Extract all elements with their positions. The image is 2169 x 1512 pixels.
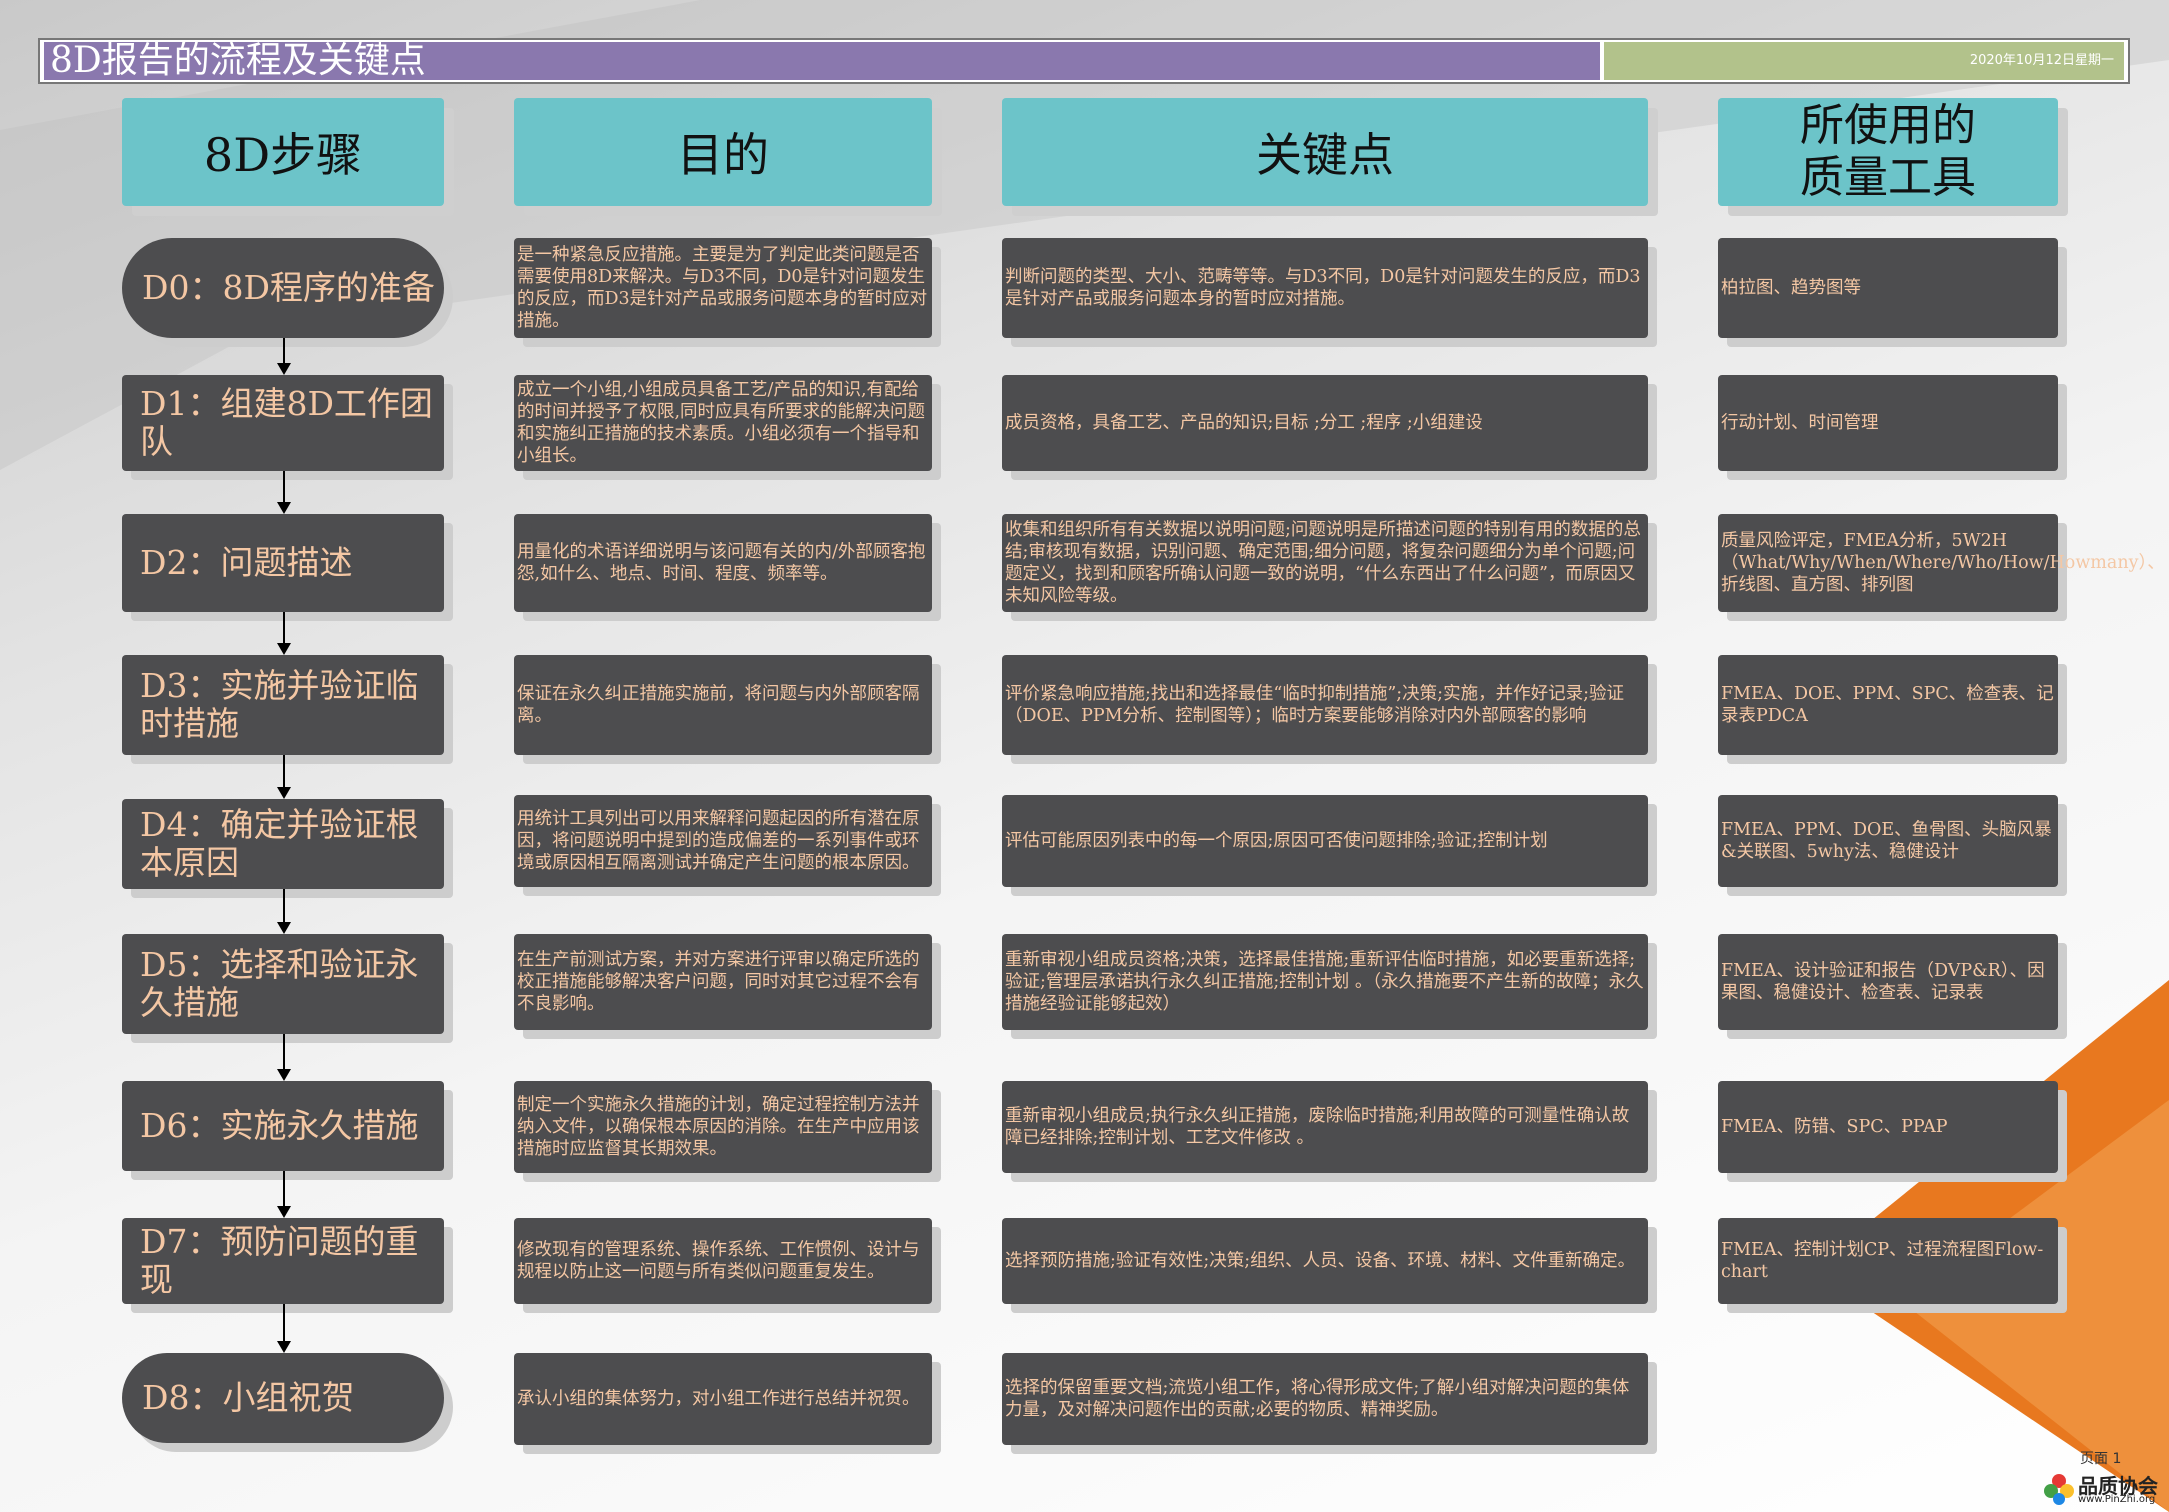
tools-text: FMEA、设计验证和报告（DVP&R）、因果图、稳健设计、检查表、记录表 bbox=[1721, 961, 2045, 1003]
tools-text: 质量风险评定，FMEA分析，5W2H（What/Why/When/Where/W… bbox=[1721, 531, 2165, 595]
step-label: D4：确定并验证根本原因 bbox=[140, 805, 419, 882]
purpose-text: 承认小组的集体努力，对小组工作进行总结并祝贺。 bbox=[517, 1389, 920, 1409]
step-label: D2：问题描述 bbox=[140, 543, 353, 582]
flow-arrow bbox=[277, 612, 291, 655]
keypoints-box-d3: 评价紧急响应措施;找出和选择最佳“临时抑制措施”;决策;实施，并作好记录;验证（… bbox=[1002, 655, 1648, 755]
header-steps: 8D步骤 bbox=[122, 98, 444, 206]
purpose-text: 是一种紧急反应措施。主要是为了判定此类问题是否需要使用8D来解决。与D3不同，D… bbox=[517, 245, 928, 331]
purpose-box-d5: 在生产前测试方案，并对方案进行评审以确定所选的校正措施能够解决客户问题，同时对其… bbox=[514, 934, 932, 1030]
keypoints-text: 成员资格，具备工艺、产品的知识;目标 ;分工 ;程序 ;小组建设 bbox=[1005, 413, 1483, 433]
logo: 品质协会 www.PinZhi.org bbox=[2042, 1468, 2162, 1508]
step-label: D1：组建8D工作团队 bbox=[140, 384, 433, 461]
header-purpose-label: 目的 bbox=[677, 128, 769, 182]
header-tools-line2: 质量工具 bbox=[1800, 152, 1976, 203]
step-box-d7: D7：预防问题的重现 bbox=[122, 1218, 444, 1304]
step-box-d5: D5：选择和验证永久措施 bbox=[122, 934, 444, 1034]
purpose-box-d0: 是一种紧急反应措施。主要是为了判定此类问题是否需要使用8D来解决。与D3不同，D… bbox=[514, 238, 932, 338]
step-box-d0: D0：8D程序的准备 bbox=[122, 238, 444, 338]
header-keypoints-label: 关键点 bbox=[1256, 128, 1394, 182]
purpose-box-d4: 用统计工具列出可以用来解释问题起因的所有潜在原因，将问题说明中提到的造成偏差的一… bbox=[514, 795, 932, 887]
header-steps-label: 8D步骤 bbox=[203, 128, 363, 182]
keypoints-box-d7: 选择预防措施;验证有效性;决策;组织、人员、设备、环境、材料、文件重新确定。 bbox=[1002, 1218, 1648, 1304]
keypoints-box-d8: 选择的保留重要文档;流览小组工作，将心得形成文件;了解小组对解决问题的集体力量，… bbox=[1002, 1353, 1648, 1445]
header-tools: 所使用的 质量工具 bbox=[1718, 98, 2058, 206]
purpose-text: 用统计工具列出可以用来解释问题起因的所有潜在原因，将问题说明中提到的造成偏差的一… bbox=[517, 809, 920, 873]
keypoints-text: 收集和组织所有有关数据以说明问题;问题说明是所描述问题的特别有用的数据的总结;审… bbox=[1005, 520, 1641, 606]
purpose-box-d3: 保证在永久纠正措施实施前，将问题与内外部顾客隔离。 bbox=[514, 655, 932, 755]
date-label: 2020年10月12日星期一 bbox=[1604, 42, 2124, 80]
step-box-d4: D4：确定并验证根本原因 bbox=[122, 799, 444, 889]
step-label: D3：实施并验证临时措施 bbox=[140, 666, 419, 743]
purpose-text: 在生产前测试方案，并对方案进行评审以确定所选的校正措施能够解决客户问题，同时对其… bbox=[517, 950, 920, 1014]
purpose-box-d2: 用量化的术语详细说明与该问题有关的内/外部顾客抱怨,如什么、地点、时间、程度、频… bbox=[514, 514, 932, 612]
tools-text: FMEA、控制计划CP、过程流程图Flow-chart bbox=[1721, 1240, 2044, 1282]
header-purpose: 目的 bbox=[514, 98, 932, 206]
purpose-text: 保证在永久纠正措施实施前，将问题与内外部顾客隔离。 bbox=[517, 684, 920, 726]
tools-text: FMEA、防错、SPC、PPAP bbox=[1721, 1117, 1948, 1137]
keypoints-box-d0: 判断问题的类型、大小、范畴等等。与D3不同，D0是针对问题发生的反应，而D3是针… bbox=[1002, 238, 1648, 338]
purpose-text: 成立一个小组,小组成员具备工艺/产品的知识,有配给的时间并授予了权限,同时应具有… bbox=[517, 380, 926, 466]
step-box-d3: D3：实施并验证临时措施 bbox=[122, 655, 444, 755]
header-keypoints: 关键点 bbox=[1002, 98, 1648, 206]
tools-box-d2: 质量风险评定，FMEA分析，5W2H（What/Why/When/Where/W… bbox=[1718, 514, 2165, 612]
tools-box-d6: FMEA、防错、SPC、PPAP bbox=[1718, 1081, 2058, 1173]
keypoints-text: 重新审视小组成员;执行永久纠正措施，废除临时措施;利用故障的可测量性确认故障已经… bbox=[1005, 1106, 1630, 1148]
tools-box-d7: FMEA、控制计划CP、过程流程图Flow-chart bbox=[1718, 1218, 2058, 1304]
keypoints-box-d4: 评估可能原因列表中的每一个原因;原因可否使问题排除;验证;控制计划 bbox=[1002, 795, 1648, 887]
page-number: 页面 1 bbox=[2080, 1451, 2122, 1467]
keypoints-box-d6: 重新审视小组成员;执行永久纠正措施，废除临时措施;利用故障的可测量性确认故障已经… bbox=[1002, 1081, 1648, 1173]
tools-box-d4: FMEA、PPM、DOE、鱼骨图、头脑风暴&关联图、5why法、稳健设计 bbox=[1718, 795, 2058, 887]
tools-text: FMEA、DOE、PPM、SPC、检查表、记录表PDCA bbox=[1721, 684, 2054, 726]
tools-text: 行动计划、时间管理 bbox=[1721, 413, 1879, 433]
flow-arrow bbox=[277, 471, 291, 514]
page-title: 8D报告的流程及关键点 bbox=[44, 42, 1600, 80]
flow-arrow bbox=[277, 1034, 291, 1081]
step-label: D6：实施永久措施 bbox=[140, 1106, 419, 1145]
step-label: D0：8D程序的准备 bbox=[142, 268, 435, 307]
step-box-d2: D2：问题描述 bbox=[122, 514, 444, 612]
flow-arrow bbox=[277, 1304, 291, 1353]
step-label: D8：小组祝贺 bbox=[142, 1378, 355, 1417]
purpose-box-d6: 制定一个实施永久措施的计划，确定过程控制方法并纳入文件，以确保根本原因的消除。在… bbox=[514, 1081, 932, 1173]
step-label: D7：预防问题的重现 bbox=[140, 1222, 419, 1299]
keypoints-text: 重新审视小组成员资格;决策，选择最佳措施;重新评估临时措施，如必要重新选择;验证… bbox=[1005, 950, 1644, 1014]
step-box-d8: D8：小组祝贺 bbox=[122, 1353, 444, 1443]
keypoints-box-d1: 成员资格，具备工艺、产品的知识;目标 ;分工 ;程序 ;小组建设 bbox=[1002, 375, 1648, 471]
step-label: D5：选择和验证永久措施 bbox=[140, 945, 419, 1022]
purpose-box-d7: 修改现有的管理系统、操作系统、工作惯例、设计与规程以防止这一问题与所有类似问题重… bbox=[514, 1218, 932, 1304]
purpose-box-d8: 承认小组的集体努力，对小组工作进行总结并祝贺。 bbox=[514, 1353, 932, 1445]
header-tools-line1: 所使用的 bbox=[1800, 100, 1976, 151]
keypoints-text: 评价紧急响应措施;找出和选择最佳“临时抑制措施”;决策;实施，并作好记录;验证（… bbox=[1005, 684, 1624, 726]
flow-arrow bbox=[277, 1171, 291, 1218]
keypoints-box-d5: 重新审视小组成员资格;决策，选择最佳措施;重新评估临时措施，如必要重新选择;验证… bbox=[1002, 934, 1648, 1030]
keypoints-text: 评估可能原因列表中的每一个原因;原因可否使问题排除;验证;控制计划 bbox=[1005, 831, 1548, 851]
purpose-text: 制定一个实施永久措施的计划，确定过程控制方法并纳入文件，以确保根本原因的消除。在… bbox=[517, 1095, 920, 1159]
tools-box-d1: 行动计划、时间管理 bbox=[1718, 375, 2058, 471]
keypoints-text: 选择的保留重要文档;流览小组工作，将心得形成文件;了解小组对解决问题的集体力量，… bbox=[1005, 1378, 1630, 1420]
tools-box-d0: 柏拉图、趋势图等 bbox=[1718, 238, 2058, 338]
keypoints-box-d2: 收集和组织所有有关数据以说明问题;问题说明是所描述问题的特别有用的数据的总结;审… bbox=[1002, 514, 1648, 612]
step-box-d6: D6：实施永久措施 bbox=[122, 1081, 444, 1171]
step-box-d1: D1：组建8D工作团队 bbox=[122, 375, 444, 471]
keypoints-text: 判断问题的类型、大小、范畴等等。与D3不同，D0是针对问题发生的反应，而D3是针… bbox=[1005, 267, 1641, 309]
flower-logo-icon bbox=[2044, 1474, 2074, 1505]
tools-box-d5: FMEA、设计验证和报告（DVP&R）、因果图、稳健设计、检查表、记录表 bbox=[1718, 934, 2058, 1030]
flow-arrow bbox=[277, 755, 291, 799]
tools-text: FMEA、PPM、DOE、鱼骨图、头脑风暴&关联图、5why法、稳健设计 bbox=[1721, 820, 2052, 862]
purpose-text: 用量化的术语详细说明与该问题有关的内/外部顾客抱怨,如什么、地点、时间、程度、频… bbox=[517, 542, 926, 584]
logo-url: www.PinZhi.org bbox=[2078, 1494, 2156, 1505]
purpose-text: 修改现有的管理系统、操作系统、工作惯例、设计与规程以防止这一问题与所有类似问题重… bbox=[517, 1240, 920, 1282]
tools-box-d3: FMEA、DOE、PPM、SPC、检查表、记录表PDCA bbox=[1718, 655, 2058, 755]
purpose-box-d1: 成立一个小组,小组成员具备工艺/产品的知识,有配给的时间并授予了权限,同时应具有… bbox=[514, 375, 932, 471]
tools-text: 柏拉图、趋势图等 bbox=[1721, 278, 1861, 298]
keypoints-text: 选择预防措施;验证有效性;决策;组织、人员、设备、环境、材料、文件重新确定。 bbox=[1005, 1251, 1636, 1271]
flow-arrow bbox=[277, 338, 291, 375]
flow-arrow bbox=[277, 889, 291, 934]
